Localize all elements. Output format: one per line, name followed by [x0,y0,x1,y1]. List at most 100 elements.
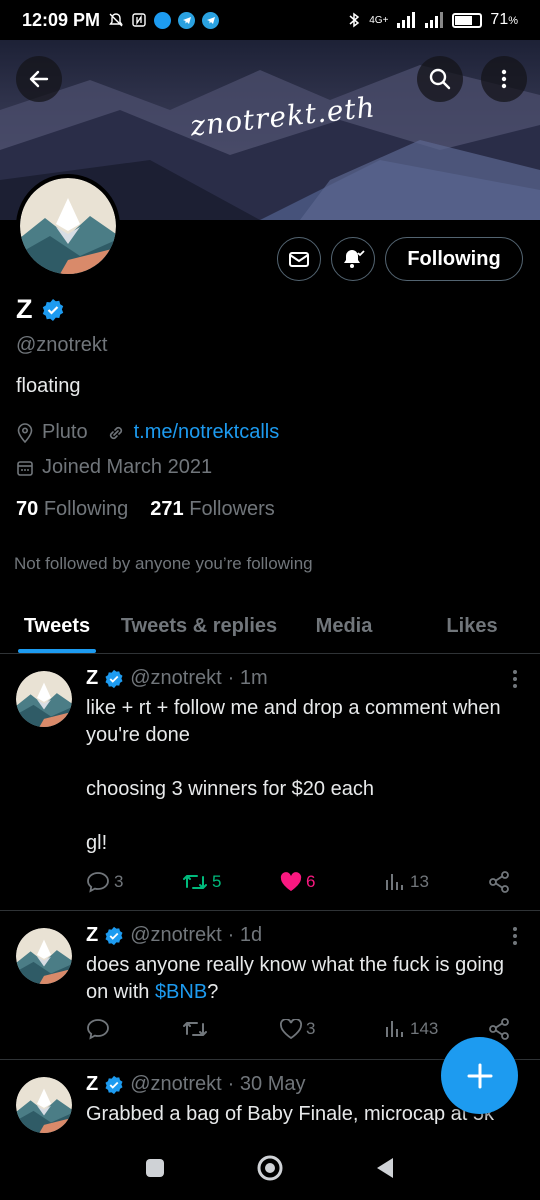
views-button[interactable]: 13 [384,872,488,892]
compose-tweet-button[interactable] [441,1037,518,1114]
home-button-icon[interactable] [256,1154,284,1182]
back-button-icon[interactable] [374,1156,396,1180]
retweet-button[interactable] [182,1019,280,1039]
profile-handle: @znotrekt [16,334,108,356]
tweet-timestamp: · 1d [227,924,263,946]
battery-icon [452,12,483,28]
signal-icon-2 [425,12,444,28]
telegram-notification-icon-2 [202,11,220,29]
reply-button[interactable]: 3 [86,871,182,893]
tweet-author-avatar[interactable] [16,1077,72,1133]
reply-count: 3 [114,872,124,891]
reply-icon [87,872,109,893]
tweet-author-name[interactable]: Z [86,667,98,690]
search-icon [429,68,451,90]
share-button[interactable] [488,1018,510,1040]
profile-follow-counts: 70 Following 271 Followers [16,498,275,521]
tweet-more-icon[interactable] [512,926,518,946]
link-icon [109,426,122,439]
recents-button-icon[interactable] [144,1157,166,1179]
share-button[interactable] [488,871,510,893]
status-notification-icons [108,11,220,29]
followers-count-link[interactable]: 271 Followers [150,498,275,521]
plus-icon [467,1063,492,1088]
heart-outline-icon [280,1019,302,1039]
tweet-author-name[interactable]: Z [86,924,98,947]
views-chart-icon [386,1021,403,1037]
verified-badge-icon[interactable] [41,298,65,322]
tweet-author-avatar[interactable] [16,671,72,727]
calendar-icon [17,460,33,476]
status-right-icons: 4G+ 71% [347,11,518,29]
tweet-text: like + rt + follow me and drop a comment… [86,697,501,854]
retweet-count: 5 [212,872,222,891]
share-icon [489,1018,509,1040]
profile-location: Pluto [42,421,88,443]
tab-tweets[interactable]: Tweets [0,600,114,653]
system-navigation-bar [0,1136,540,1200]
location-pin-icon [17,422,33,443]
message-button[interactable] [277,237,321,281]
retweet-icon [183,875,207,889]
ethereum-mountain-avatar-image [16,1077,72,1133]
like-count: 3 [306,1019,316,1038]
mute-bell-icon [109,13,123,27]
profile-avatar[interactable] [16,174,120,278]
tweet-more-icon[interactable] [512,669,518,689]
more-vertical-icon [501,69,507,89]
tweet-text: does anyone really know what the fuck is… [86,954,505,1003]
tweet-author-avatar[interactable] [16,928,72,984]
heart-filled-icon [280,872,302,891]
tab-media[interactable]: Media [284,600,404,653]
network-type: 4G+ [369,14,389,26]
following-button[interactable]: Following [385,237,523,281]
notifications-button[interactable] [331,237,375,281]
ethereum-mountain-avatar-image [16,928,72,984]
tweet-actions: 3 143 [86,1018,516,1040]
status-bar: 12:09 PM 4G+ 71% [0,0,540,40]
not-followed-note: Not followed by anyone you’re following [14,554,313,573]
back-arrow-icon [29,70,49,88]
tweet-actions: 3 5 6 13 [86,871,516,893]
tweet-timestamp: · 30 May [227,1073,306,1095]
views-button[interactable]: 143 [384,1019,488,1039]
search-button[interactable] [417,56,463,102]
tweet-header: Z @znotrekt · 1m [86,667,268,690]
verified-badge-icon [105,926,123,945]
twitter-notification-icon [154,11,172,29]
tweet-header: Z @znotrekt · 30 May [86,1073,305,1096]
views-count: 13 [410,872,429,891]
share-icon [489,871,509,893]
profile-name-row: Z [16,294,65,325]
verified-badge-icon [105,669,123,688]
verified-badge-icon [105,1075,123,1094]
status-time: 12:09 PM [22,9,101,30]
reply-button[interactable] [86,1018,182,1040]
battery-percent: 71% [490,11,518,28]
following-count-link[interactable]: 70 Following [16,498,128,521]
tweet-author-handle: @znotrekt [130,1073,222,1095]
retweet-button[interactable]: 5 [182,872,280,892]
profile-joined-row: Joined March 2021 [16,456,212,479]
more-options-button[interactable] [481,56,527,102]
profile-tabs: Tweets Tweets & replies Media Likes [0,600,540,654]
like-button[interactable]: 6 [280,872,384,892]
back-button[interactable] [16,56,62,102]
tweet-item[interactable]: Z @znotrekt · 1d does anyone really know… [0,912,540,1060]
signal-icon [397,12,416,28]
tweet-author-name[interactable]: Z [86,1073,98,1096]
tab-likes[interactable]: Likes [404,600,540,653]
tab-tweets-replies[interactable]: Tweets & replies [114,600,284,653]
tweet-header: Z @znotrekt · 1d [86,924,262,947]
mail-icon [289,252,309,267]
tweet-author-handle: @znotrekt [130,924,222,946]
active-tab-indicator [18,649,96,653]
cashtag-link[interactable]: $BNB [155,981,207,1003]
views-chart-icon [386,874,403,890]
like-count: 6 [306,872,316,891]
tweet-author-handle: @znotrekt [130,667,222,689]
profile-website-link[interactable]: t.me/notrektcalls [134,421,280,444]
tweet-item[interactable]: Z @znotrekt · 1m like + rt + follow me a… [0,655,540,911]
nfc-icon [132,13,146,27]
like-button[interactable]: 3 [280,1019,384,1039]
